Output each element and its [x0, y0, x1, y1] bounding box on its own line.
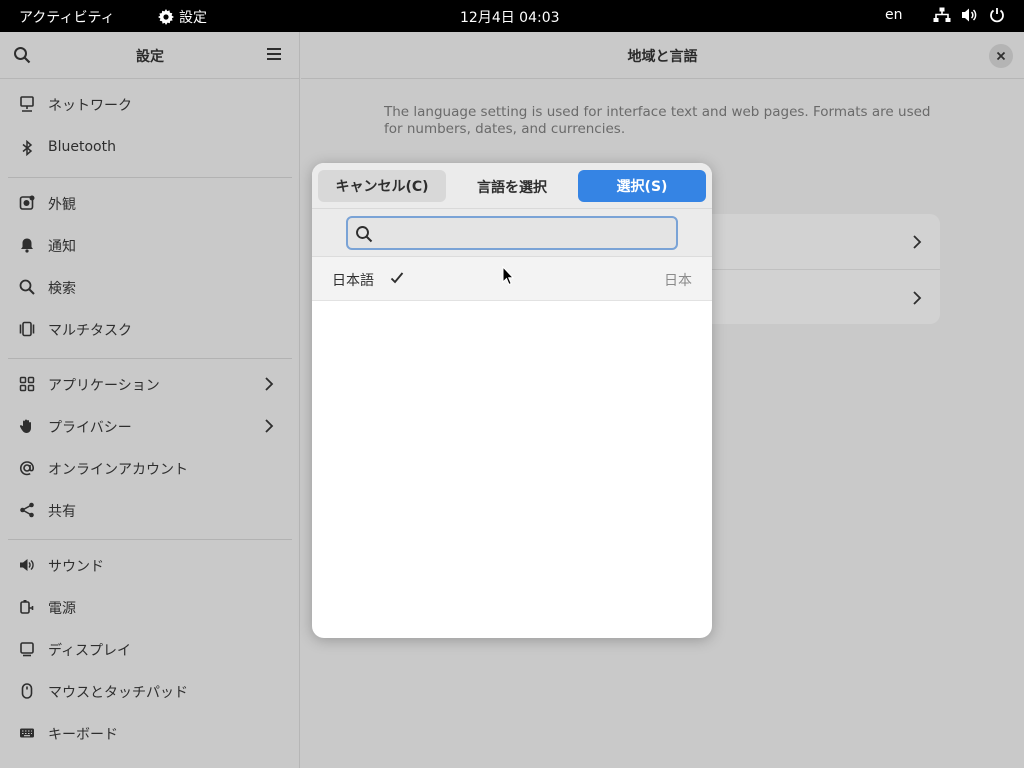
sidebar-item-label: プライバシー [48, 420, 132, 436]
chevron-right-icon [913, 235, 922, 249]
sidebar-item-mouse-touchpad[interactable]: マウスとタッチパッド [0, 671, 299, 711]
sidebar-item-label: アプリケーション [48, 378, 160, 394]
sidebar-title: 設定 [136, 49, 164, 65]
language-search-field[interactable] [346, 216, 678, 250]
network-wired-icon [20, 96, 34, 112]
sidebar-header: 設定 [0, 32, 300, 79]
sidebar-item-label: マルチタスク [48, 323, 132, 339]
keyboard-icon [20, 728, 34, 738]
sidebar-item-keyboard[interactable]: キーボード [0, 713, 299, 753]
sidebar-item-displays[interactable]: ディスプレイ [0, 629, 299, 669]
top-bar: アクティビティ 設定 12月4日 04:03 en [0, 0, 1024, 32]
sidebar-separator [8, 539, 292, 540]
sidebar-item-bluetooth[interactable]: Bluetooth [0, 128, 299, 168]
sidebar: 設定 ネットワーク Bluetooth 外観 通知 検索 マルチタスク アプリケ… [0, 32, 300, 768]
appearance-icon [19, 195, 35, 210]
sidebar-item-power[interactable]: 電源 [0, 587, 299, 627]
sidebar-item-sharing[interactable]: 共有 [0, 490, 299, 530]
sidebar-item-online-accounts[interactable]: オンラインアカウント [0, 448, 299, 488]
search-icon [356, 226, 373, 243]
bluetooth-icon [22, 140, 33, 156]
mouse-icon [21, 683, 33, 699]
search-icon [19, 279, 35, 295]
chevron-right-icon [913, 291, 922, 305]
close-button[interactable] [989, 44, 1013, 68]
at-sign-icon [19, 461, 34, 476]
battery-plug-icon [20, 600, 34, 614]
sidebar-item-label: ディスプレイ [48, 643, 132, 659]
content-header: 地域と言語 [301, 32, 1024, 79]
app-name: 設定 [179, 10, 207, 26]
sidebar-item-label: 通知 [48, 239, 76, 255]
hand-icon [19, 419, 31, 433]
apps-grid-icon [19, 376, 35, 392]
app-menu[interactable]: 設定 [158, 7, 207, 27]
dialog-header: キャンセル(C) 言語を選択 選択(S) [312, 163, 712, 209]
multitasking-icon [19, 321, 35, 337]
language-region: 日本 [664, 273, 692, 289]
share-icon [20, 502, 34, 518]
power-icon [990, 8, 1004, 23]
chevron-right-icon [265, 419, 274, 433]
hamburger-menu-icon[interactable] [266, 47, 282, 61]
sidebar-item-multitasking[interactable]: マルチタスク [0, 309, 299, 349]
sidebar-item-label: 共有 [48, 504, 76, 520]
sidebar-item-label: マウスとタッチパッド [48, 685, 188, 701]
page-title: 地域と言語 [627, 49, 698, 65]
volume-icon [962, 8, 977, 22]
sound-icon [20, 559, 34, 571]
sidebar-item-search[interactable]: 検索 [0, 267, 299, 307]
sidebar-item-label: Bluetooth [48, 139, 116, 155]
clock[interactable]: 12月4日 04:03 [460, 7, 560, 27]
language-name: 日本語 [332, 273, 374, 289]
search-bar [312, 209, 712, 257]
sidebar-item-appearance[interactable]: 外観 [0, 183, 299, 223]
display-icon [20, 642, 34, 657]
sidebar-separator [8, 358, 292, 359]
sidebar-item-label: 外観 [48, 197, 76, 213]
checkmark-icon [390, 272, 404, 284]
cancel-button[interactable]: キャンセル(C) [318, 170, 446, 202]
sidebar-item-privacy[interactable]: プライバシー [0, 406, 299, 446]
sidebar-item-label: 電源 [48, 601, 76, 617]
language-chooser-dialog: キャンセル(C) 言語を選択 選択(S) 日本語 日本 [312, 163, 712, 638]
sidebar-separator [8, 177, 292, 178]
system-menu[interactable] [933, 7, 1005, 23]
network-icon [933, 7, 951, 22]
sidebar-item-notifications[interactable]: 通知 [0, 225, 299, 265]
language-description: The language setting is used for interfa… [384, 104, 931, 137]
sidebar-item-label: ネットワーク [48, 98, 132, 114]
close-icon [996, 51, 1006, 61]
sidebar-item-label: サウンド [48, 559, 104, 575]
sidebar-item-label: キーボード [48, 727, 118, 743]
input-language-indicator[interactable]: en [885, 7, 903, 23]
select-button[interactable]: 選択(S) [578, 170, 706, 202]
sidebar-item-network[interactable]: ネットワーク [0, 84, 299, 124]
language-search-input[interactable] [380, 223, 670, 243]
sidebar-item-sound[interactable]: サウンド [0, 545, 299, 585]
chevron-right-icon [265, 377, 274, 391]
gear-icon [158, 9, 174, 25]
dialog-title: 言語を選択 [477, 180, 547, 196]
sidebar-item-label: 検索 [48, 281, 76, 297]
activities-button[interactable]: アクティビティ [19, 7, 115, 27]
mouse-pointer-icon [502, 266, 514, 286]
sidebar-item-label: オンラインアカウント [48, 462, 188, 478]
bell-icon [21, 238, 33, 253]
sidebar-item-applications[interactable]: アプリケーション [0, 364, 299, 404]
